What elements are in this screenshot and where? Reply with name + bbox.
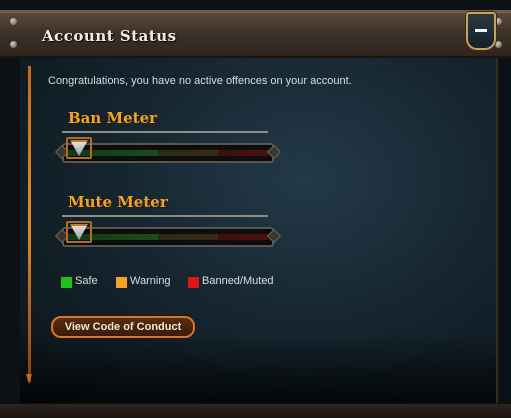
legend-warning-label: Warning bbox=[130, 275, 171, 287]
view-code-of-conduct-button[interactable]: View Code of Conduct bbox=[51, 316, 195, 338]
swatch-banned-muted bbox=[187, 276, 200, 289]
panel-title: Account Status bbox=[42, 27, 177, 45]
panel-header: Account Status bbox=[0, 10, 511, 58]
rivet-icon bbox=[495, 41, 502, 48]
minus-icon bbox=[475, 29, 487, 32]
swatch-safe bbox=[60, 276, 73, 289]
legend-safe-label: Safe bbox=[75, 275, 98, 287]
rivet-icon bbox=[495, 18, 502, 25]
rivet-icon bbox=[10, 41, 17, 48]
account-status-panel: Account Status Congratulations, you have… bbox=[0, 0, 511, 418]
mute-meter-label: Mute Meter bbox=[68, 193, 168, 211]
status-message: Congratulations, you have no active offe… bbox=[48, 75, 352, 87]
legend-banned-muted-label: Banned/Muted bbox=[202, 275, 274, 287]
ban-meter-track bbox=[54, 143, 282, 163]
left-rail-tip bbox=[26, 374, 32, 384]
mute-meter-track bbox=[54, 227, 282, 247]
rivet-icon bbox=[10, 18, 17, 25]
bottom-trim bbox=[0, 404, 511, 418]
ban-meter-rule bbox=[62, 131, 268, 133]
collapse-button[interactable] bbox=[466, 12, 496, 50]
mute-meter-rule bbox=[62, 215, 268, 217]
swatch-warning bbox=[115, 276, 128, 289]
ban-meter-label: Ban Meter bbox=[68, 109, 158, 127]
left-rail bbox=[28, 66, 31, 382]
